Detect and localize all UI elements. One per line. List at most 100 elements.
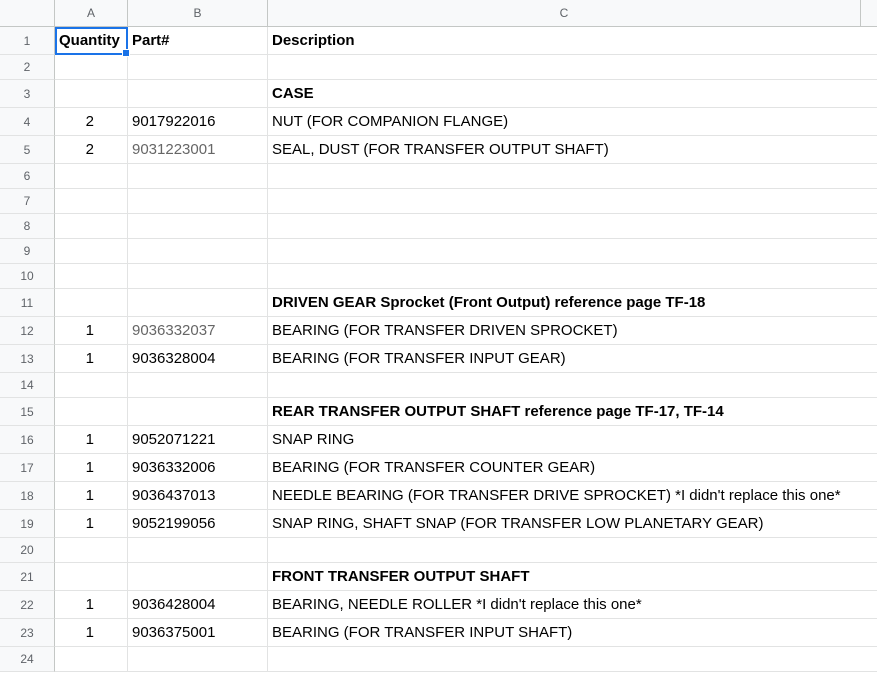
cell-quantity[interactable]: 1	[55, 510, 128, 538]
cell-description[interactable]: BEARING (FOR TRANSFER COUNTER GEAR)	[268, 454, 861, 482]
row-header[interactable]: 7	[0, 189, 55, 214]
cell-part-number[interactable]	[128, 189, 268, 214]
cell-quantity[interactable]: 1	[55, 454, 128, 482]
cell-description[interactable]: DRIVEN GEAR Sprocket (Front Output) refe…	[268, 289, 861, 317]
row-header[interactable]: 16	[0, 426, 55, 454]
cell-description[interactable]: BEARING (FOR TRANSFER INPUT GEAR)	[268, 345, 861, 373]
cell-description[interactable]: NUT (FOR COMPANION FLANGE)	[268, 108, 861, 136]
cell-description[interactable]: CASE	[268, 80, 861, 108]
row-header[interactable]: 11	[0, 289, 55, 317]
cell-description[interactable]: BEARING (FOR TRANSFER INPUT SHAFT)	[268, 619, 861, 647]
row-header[interactable]: 18	[0, 482, 55, 510]
cell-part-number[interactable]	[128, 239, 268, 264]
row-header[interactable]: 14	[0, 373, 55, 398]
cell-description[interactable]: FRONT TRANSFER OUTPUT SHAFT	[268, 563, 861, 591]
cell-part-number[interactable]: Part#	[128, 27, 268, 55]
cell-part-number[interactable]: 9017922016	[128, 108, 268, 136]
row-header[interactable]: 5	[0, 136, 55, 164]
cell-part-number[interactable]: 9036328004	[128, 345, 268, 373]
cell-description[interactable]: SNAP RING	[268, 426, 861, 454]
cell-description[interactable]	[268, 239, 861, 264]
cell-quantity[interactable]	[55, 164, 128, 189]
cell-quantity[interactable]	[55, 264, 128, 289]
cell-description[interactable]	[268, 214, 861, 239]
cell-description[interactable]	[268, 189, 861, 214]
row-header[interactable]: 22	[0, 591, 55, 619]
row-header[interactable]: 15	[0, 398, 55, 426]
cell-part-number[interactable]: 9036332006	[128, 454, 268, 482]
cell-description[interactable]: Description	[268, 27, 861, 55]
cell-part-number[interactable]	[128, 55, 268, 80]
cell-quantity[interactable]: 2	[55, 136, 128, 164]
cell-quantity[interactable]	[55, 289, 128, 317]
row-header[interactable]: 2	[0, 55, 55, 80]
cell-part-number[interactable]	[128, 373, 268, 398]
cell-quantity[interactable]	[55, 563, 128, 591]
row-header[interactable]: 20	[0, 538, 55, 563]
cell-description[interactable]: BEARING (FOR TRANSFER DRIVEN SPROCKET)	[268, 317, 861, 345]
cell-quantity[interactable]	[55, 647, 128, 672]
row-header[interactable]: 6	[0, 164, 55, 189]
cell-part-number[interactable]	[128, 647, 268, 672]
row-header[interactable]: 17	[0, 454, 55, 482]
cell-quantity[interactable]: 1	[55, 619, 128, 647]
column-header-c[interactable]: C	[268, 0, 861, 27]
row-header[interactable]: 13	[0, 345, 55, 373]
row-header[interactable]: 8	[0, 214, 55, 239]
cell-part-number[interactable]	[128, 563, 268, 591]
cell-quantity[interactable]	[55, 214, 128, 239]
cell-part-number[interactable]: 9052199056	[128, 510, 268, 538]
cell-part-number[interactable]: 9036375001	[128, 619, 268, 647]
cell-part-number[interactable]	[128, 214, 268, 239]
cell-quantity[interactable]	[55, 55, 128, 80]
cell-quantity[interactable]: 1	[55, 591, 128, 619]
row-header[interactable]: 4	[0, 108, 55, 136]
cell-part-number[interactable]	[128, 538, 268, 563]
cell-quantity[interactable]	[55, 398, 128, 426]
cell-quantity[interactable]: 1	[55, 482, 128, 510]
cell-quantity[interactable]	[55, 189, 128, 214]
row-header[interactable]: 10	[0, 264, 55, 289]
column-header-a[interactable]: A	[55, 0, 128, 27]
cell-part-number[interactable]	[128, 80, 268, 108]
select-all-corner[interactable]	[0, 0, 55, 27]
cell-description[interactable]	[268, 55, 861, 80]
cell-quantity[interactable]: 1	[55, 345, 128, 373]
column-header-b[interactable]: B	[128, 0, 268, 27]
cell-part-number[interactable]: 9031223001	[128, 136, 268, 164]
cell-description[interactable]: NEEDLE BEARING (FOR TRANSFER DRIVE SPROC…	[268, 482, 861, 510]
cell-quantity[interactable]	[55, 373, 128, 398]
cell-part-number[interactable]	[128, 164, 268, 189]
row-header[interactable]: 3	[0, 80, 55, 108]
row-header[interactable]: 24	[0, 647, 55, 672]
cell-description[interactable]	[268, 647, 861, 672]
row-header[interactable]: 19	[0, 510, 55, 538]
row-header[interactable]: 1	[0, 27, 55, 55]
cell-part-number[interactable]	[128, 398, 268, 426]
cell-quantity[interactable]: 1	[55, 426, 128, 454]
cell-part-number[interactable]: 9052071221	[128, 426, 268, 454]
cell-quantity[interactable]	[55, 239, 128, 264]
cell-description[interactable]	[268, 264, 861, 289]
cell-quantity[interactable]: 2	[55, 108, 128, 136]
cell-description[interactable]: BEARING, NEEDLE ROLLER *I didn't replace…	[268, 591, 861, 619]
cell-quantity[interactable]: Quantity	[55, 27, 130, 57]
cell-quantity[interactable]	[55, 538, 128, 563]
row-header[interactable]: 9	[0, 239, 55, 264]
cell-description[interactable]	[268, 373, 861, 398]
cell-description[interactable]	[268, 164, 861, 189]
cell-part-number[interactable]	[128, 264, 268, 289]
row-header[interactable]: 21	[0, 563, 55, 591]
cell-part-number[interactable]: 9036437013	[128, 482, 268, 510]
cell-description[interactable]: SEAL, DUST (FOR TRANSFER OUTPUT SHAFT)	[268, 136, 861, 164]
cell-quantity[interactable]: 1	[55, 317, 128, 345]
cell-part-number[interactable]: 9036428004	[128, 591, 268, 619]
cell-description[interactable]	[268, 538, 861, 563]
cell-part-number[interactable]: 9036332037	[128, 317, 268, 345]
cell-description[interactable]: REAR TRANSFER OUTPUT SHAFT reference pag…	[268, 398, 861, 426]
cell-description[interactable]: SNAP RING, SHAFT SNAP (FOR TRANSFER LOW …	[268, 510, 861, 538]
cell-part-number[interactable]	[128, 289, 268, 317]
row-header[interactable]: 23	[0, 619, 55, 647]
row-header[interactable]: 12	[0, 317, 55, 345]
cell-quantity[interactable]	[55, 80, 128, 108]
